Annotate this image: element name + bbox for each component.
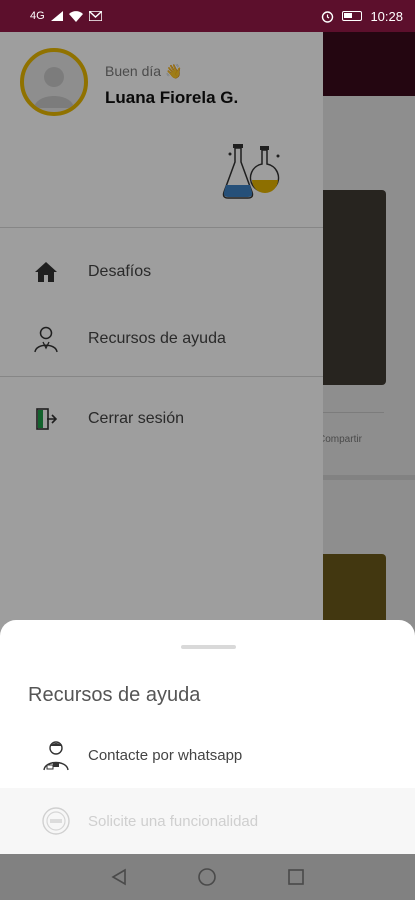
request-feature-item[interactable]: Solicite una funcionalidad (0, 788, 415, 854)
recents-icon (288, 869, 304, 885)
home-circle-icon (198, 868, 217, 886)
alarm-icon (322, 10, 334, 23)
recents-button[interactable] (284, 865, 308, 889)
home-button[interactable] (195, 865, 219, 889)
wifi-icon (68, 10, 83, 22)
mail-icon (88, 11, 102, 21)
drag-handle[interactable] (181, 645, 236, 649)
signal-icon (50, 11, 63, 21)
battery-icon (342, 11, 363, 21)
back-icon (111, 868, 126, 886)
network-type: 4G (30, 10, 45, 22)
system-navigation-bar (0, 854, 415, 900)
status-bar: 4G 10:28 (0, 0, 415, 32)
contact-whatsapp-item[interactable]: Contacte por whatsapp (0, 722, 415, 788)
request-badge-icon (40, 805, 72, 837)
support-person-icon (40, 739, 72, 771)
request-feature-label: Solicite una funcionalidad (88, 812, 259, 830)
contact-whatsapp-label: Contacte por whatsapp (88, 746, 243, 764)
bottom-sheet: Recursos de ayuda Contacte por whatsapp … (0, 620, 415, 854)
clock: 10:28 (370, 8, 403, 24)
sheet-title: Recursos de ayuda (28, 684, 201, 706)
back-button[interactable] (107, 865, 131, 889)
